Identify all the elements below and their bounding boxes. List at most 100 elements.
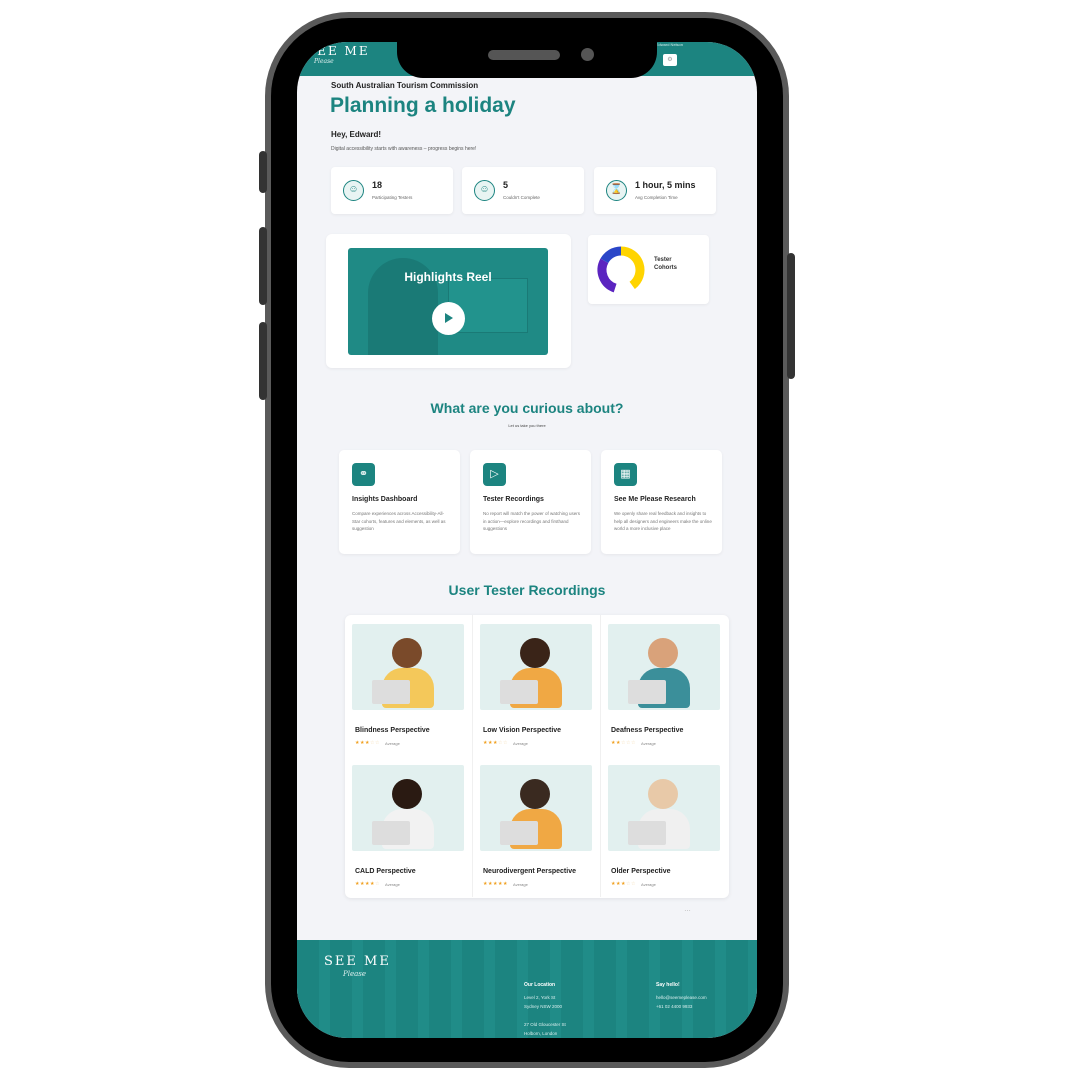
greeting: Hey, Edward! — [331, 130, 382, 139]
stat-value: 18 — [372, 180, 383, 190]
recording-thumbnail[interactable] — [352, 765, 464, 851]
recording-card[interactable]: Blindness Perspective ★★★☆☆ Average — [345, 615, 473, 756]
star-rating: ★★★★☆ — [355, 881, 380, 887]
stat-label: Participating Testers — [372, 195, 413, 200]
volume-down-button — [259, 322, 267, 400]
star-filled-icon: ★ — [502, 881, 508, 887]
grid-icon: ▦ — [614, 463, 637, 486]
thumbnail-laptop — [500, 821, 538, 845]
header-logo[interactable]: SEE ME — [307, 44, 370, 58]
footer: SEE ME Please Our Location Level 2, York… — [297, 940, 757, 1038]
recording-thumbnail[interactable] — [608, 624, 720, 710]
insights-icon: ⚭ — [352, 463, 375, 486]
organization-name: South Australian Tourism Commission — [331, 81, 479, 90]
address-line — [524, 1011, 566, 1020]
location-address: Level 2, York St Sydney NSW 2000 27 Old G… — [524, 993, 566, 1038]
power-button — [787, 253, 795, 379]
address-line: Level 2, York St — [524, 995, 556, 1000]
star-empty-icon: ☆ — [374, 740, 380, 746]
contact-phone-link[interactable]: +61 02 4400 9933 — [656, 1002, 707, 1011]
thumbnail-laptop — [628, 680, 666, 704]
rating-label: Average — [385, 741, 400, 746]
phone-notch — [397, 18, 657, 78]
cohorts-label: Tester Cohorts — [654, 257, 677, 271]
star-rating: ★★★☆☆ — [483, 740, 508, 746]
stat-value: 1 hour, 5 mins — [635, 180, 696, 190]
contact-heading: Say hello! — [656, 982, 680, 988]
thumbnail-laptop — [372, 821, 410, 845]
recording-title[interactable]: Blindness Perspective — [355, 727, 430, 734]
donut-segment-purple — [597, 258, 617, 293]
recording-title[interactable]: Neurodivergent Perspective — [483, 868, 576, 875]
star-empty-icon: ☆ — [630, 881, 636, 887]
phone-camera — [581, 48, 594, 61]
feature-description: We openly share real feedback and insigh… — [614, 511, 712, 531]
recording-card[interactable]: Older Perspective ★★★☆☆ Average — [601, 756, 729, 897]
recording-card[interactable]: Low Vision Perspective ★★★☆☆ Average — [473, 615, 601, 756]
star-rating: ★★★☆☆ — [355, 740, 380, 746]
recording-card[interactable]: Neurodivergent Perspective ★★★★★ Average — [473, 756, 601, 897]
settings-icon[interactable]: ⚙ — [663, 54, 677, 66]
footer-logo-sub: Please — [343, 970, 366, 978]
footer-logo[interactable]: SEE ME — [324, 954, 391, 969]
highlights-title: Highlights Reel — [404, 270, 492, 284]
stat-value: 5 — [503, 180, 509, 190]
feature-card-insights-dashboard[interactable]: ⚭ Insights Dashboard Compare experiences… — [339, 450, 460, 554]
recording-card[interactable]: Deafness Perspective ★★☆☆☆ Average — [601, 615, 729, 756]
address-line: Sydney NSW 2000 — [524, 1004, 563, 1009]
app-screen: SEE ME Please Edward Nelson ⚙ South Aust… — [297, 42, 757, 1038]
rating-label: Average — [641, 882, 656, 887]
recording-title[interactable]: Low Vision Perspective — [483, 727, 561, 734]
rating-label: Average — [513, 741, 528, 746]
rating-label: Average — [385, 882, 400, 887]
star-rating: ★★★☆☆ — [611, 881, 636, 887]
star-empty-icon: ☆ — [502, 740, 508, 746]
stat-card-couldnt-complete: ☺ 5 Couldn't Complete — [462, 167, 584, 214]
user-x-icon: ☺ — [474, 180, 495, 201]
recording-title[interactable]: Deafness Perspective — [611, 727, 683, 734]
feature-card-tester-recordings[interactable]: ▷ Tester Recordings No report will match… — [470, 450, 591, 554]
header-logo-sub: Please — [314, 58, 334, 65]
star-empty-icon: ☆ — [630, 740, 636, 746]
recording-thumbnail[interactable] — [608, 765, 720, 851]
play-icon[interactable] — [432, 302, 465, 335]
feature-description: No report will match the power of watchi… — [483, 511, 581, 531]
curious-heading: What are you curious about? — [430, 400, 624, 416]
thumbnail-figure-head — [648, 779, 678, 809]
recording-title[interactable]: CALD Perspective — [355, 868, 416, 875]
tagline: Digital accessibility starts with awaren… — [331, 146, 477, 152]
users-icon: ☺ — [343, 180, 364, 201]
stat-label: Couldn't Complete — [503, 195, 540, 200]
header-user-name: Edward Nelson — [655, 42, 683, 47]
rating-label: Average — [641, 741, 656, 746]
highlights-video[interactable]: Highlights Reel — [348, 248, 548, 355]
recording-thumbnail[interactable] — [352, 624, 464, 710]
feature-description: Compare experiences across Accessibility… — [352, 511, 446, 531]
thumbnail-figure-head — [520, 779, 550, 809]
recording-title[interactable]: Older Perspective — [611, 868, 671, 875]
contact-email-link[interactable]: hello@seemeplease.com — [656, 993, 707, 1002]
thumbnail-laptop — [372, 680, 410, 704]
recording-thumbnail[interactable] — [480, 624, 592, 710]
thumbnail-figure-head — [392, 638, 422, 668]
donut-segment-blue — [600, 246, 622, 264]
page-title: Planning a holiday — [330, 94, 516, 117]
tester-cohorts-card[interactable]: Tester Cohorts — [588, 235, 709, 304]
recording-thumbnail[interactable] — [480, 765, 592, 851]
feature-title: See Me Please Research — [614, 496, 696, 503]
thumbnail-figure-head — [392, 779, 422, 809]
recordings-heading: User Tester Recordings — [448, 582, 606, 598]
more-icon[interactable]: … — [684, 906, 692, 913]
donut-segment-yellow — [620, 246, 645, 290]
video-monitor-icon: ▷ — [483, 463, 506, 486]
feature-card-research[interactable]: ▦ See Me Please Research We openly share… — [601, 450, 722, 554]
stat-label: Avg Completion Time — [635, 195, 678, 200]
phone-speaker — [488, 50, 560, 60]
thumbnail-laptop — [500, 680, 538, 704]
recording-card[interactable]: CALD Perspective ★★★★☆ Average — [345, 756, 473, 897]
thumbnail-figure-head — [520, 638, 550, 668]
address-line: 27 Old Gloucester St — [524, 1022, 566, 1027]
contact-details[interactable]: hello@seemeplease.com +61 02 4400 9933 — [656, 993, 707, 1011]
location-heading: Our Location — [524, 982, 556, 988]
thumbnail-laptop — [628, 821, 666, 845]
